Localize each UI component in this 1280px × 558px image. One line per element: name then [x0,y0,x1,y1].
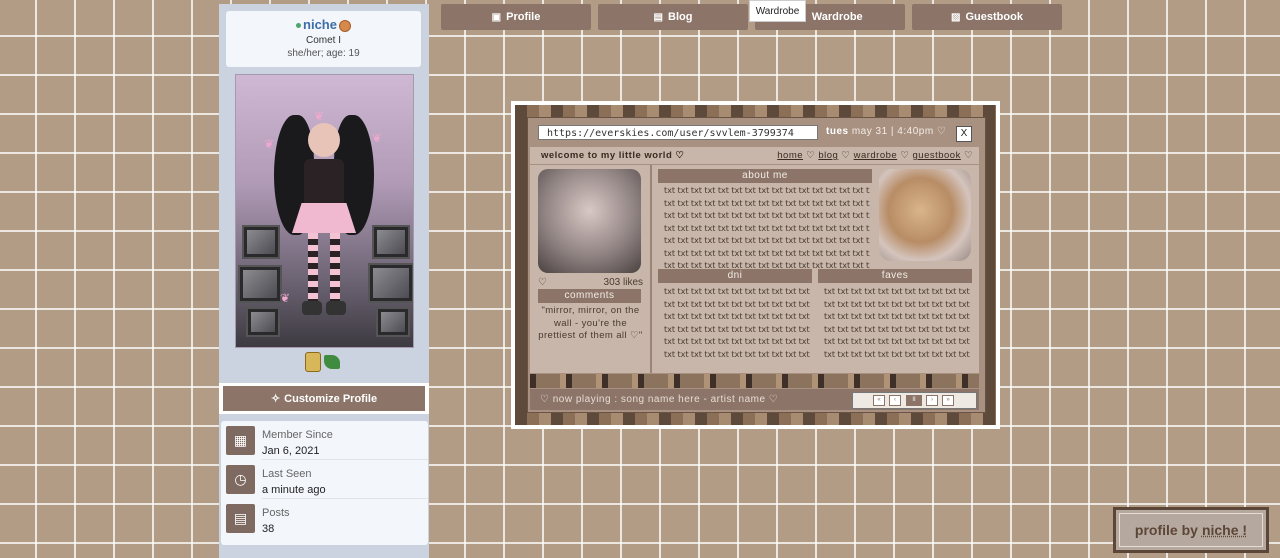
now-playing: ♡ now playing : song name here - artist … [540,394,779,405]
rewind-button[interactable]: « [873,395,885,406]
comments-header: comments [538,289,641,303]
filler-line: txt txt txt txt txt txt txt txt txt txt … [664,323,812,334]
customize-profile-button[interactable]: ✧ Customize Profile [223,386,425,411]
profile-icon: ▣ [491,11,502,23]
tv-decoration [246,307,280,337]
stat-last-seen: ◷ Last Seen a minute ago [221,460,428,499]
sparkle-icon: ✧ [270,393,281,405]
tab-blog[interactable]: ▤ Blog [598,4,748,30]
next-button[interactable]: › [926,395,938,406]
tv-decoration [242,225,280,259]
tab-tooltip: Wardrobe [749,0,806,22]
date-display: tues may 31 | 4:40pm ♡ [826,126,947,137]
filler-line: txt txt txt txt txt txt txt txt txt txt … [824,336,972,346]
fast-forward-button[interactable]: » [942,395,954,406]
guestbook-icon: ▨ [951,11,961,23]
stat-posts: ▤ Posts 38 [221,499,428,538]
filler-line: txt txt txt txt txt txt txt txt txt txt … [664,348,812,359]
butterfly-icon: ❦ [372,131,383,145]
nav-link-blog[interactable]: blog [818,150,838,161]
filler-line: txt txt txt txt txt txt txt txt txt txt … [664,286,812,296]
close-button[interactable]: X [956,126,972,142]
url-field[interactable]: https://everskies.com/user/svvlem-379937… [538,125,818,140]
blog-icon: ▤ [653,11,663,23]
nav-link-home[interactable]: home [777,150,803,161]
filler-line: txt txt txt txt txt txt txt txt txt txt … [824,348,972,359]
custom-profile-frame: https://everskies.com/user/svvlem-379937… [511,101,1000,429]
filler-line: txt txt txt txt txt txt txt txt txt txt … [824,323,972,334]
tv-decoration [376,307,410,337]
credit-link[interactable]: niche ! [1202,522,1247,538]
stat-member-since: ▦ Member Since Jan 6, 2021 [221,421,428,460]
player-controls: « ‹ II › » [852,392,977,409]
tab-profile[interactable]: ▣ Profile [441,4,591,30]
filler-line: txt txt txt txt txt txt txt txt txt txt … [824,298,972,309]
filler-line: txt txt txt txt txt txt txt txt txt txt … [664,298,812,309]
filler-line: txt txt txt txt txt txt txt txt txt txt … [664,311,812,321]
avatar: ❦ ❦ ❦ ❦ [235,74,414,348]
faves-text: txt txt txt txt txt txt txt txt txt txt … [824,285,972,361]
about-me-text: txt txt txt txt txt txt txt txt txt txt … [664,184,870,272]
profile-stats: ▦ Member Since Jan 6, 2021 ◷ Last Seen a… [221,421,428,545]
embed-nav-links: home ♡ blog ♡ wardrobe ♡ guestbook ♡ [777,150,973,161]
hands-photo [538,169,641,273]
calendar-icon: ▦ [226,426,255,455]
pause-button[interactable]: II [906,395,922,406]
badges [305,352,340,372]
filler-line: txt txt txt txt txt txt txt txt txt txt … [824,286,972,296]
photo-strip [530,374,979,388]
clock-calendar-icon: ◷ [226,465,255,494]
nav-link-guestbook[interactable]: guestbook [913,150,961,161]
previous-button[interactable]: ‹ [889,395,901,406]
chat-icon: ▤ [226,504,255,533]
profile-credit-stamp: profile by niche ! [1113,507,1269,553]
filler-line: txt txt txt txt txt txt txt txt txt txt … [664,336,812,346]
username[interactable]: niche [303,17,337,32]
name-card: niche Comet I she/her; age: 19 [226,11,421,67]
filler-line: txt txt txt txt txt txt txt txt txt txt … [664,210,870,220]
filler-line: txt txt txt txt txt txt txt txt txt txt … [824,311,972,321]
butterfly-icon: ❦ [264,137,275,151]
leaf-badge-icon[interactable] [324,355,340,369]
comment-text: "mirror, mirror, on the wall - you're th… [538,305,643,341]
retro-window: https://everskies.com/user/svvlem-379937… [527,117,986,413]
online-status-icon [296,23,302,29]
filler-line: txt txt txt txt txt txt txt txt txt txt … [664,247,870,258]
bear-photo [879,169,971,261]
filler-line: txt txt txt txt txt txt txt txt txt txt … [664,185,870,195]
dni-text: txt txt txt txt txt txt txt txt txt txt … [664,285,812,361]
embed-content: ♡ 303 likes comments "mirror, mirror, on… [530,165,979,373]
tv-decoration [238,265,282,303]
embed-navbar: welcome to my little world ♡ home ♡ blog… [530,147,979,164]
welcome-text: welcome to my little world ♡ [541,150,685,161]
shell-icon [338,19,351,32]
tv-decoration [372,225,410,259]
dni-header: dni [658,269,812,283]
filler-line: txt txt txt txt txt txt txt txt txt txt … [664,197,870,208]
faves-header: faves [818,269,972,283]
music-player-bar: ♡ now playing : song name here - artist … [530,389,979,410]
customize-wrapper: ✧ Customize Profile [219,383,429,414]
tv-decoration [368,263,413,303]
butterfly-icon: ❦ [314,109,325,123]
tab-guestbook[interactable]: ▨ Guestbook [912,4,1062,30]
filler-line: txt txt txt txt txt txt txt txt txt txt … [664,222,870,233]
nav-link-wardrobe[interactable]: wardrobe [854,150,898,161]
profile-sidebar: niche Comet I she/her; age: 19 ❦ ❦ ❦ ❦ ✧… [219,4,429,558]
heart-icon[interactable]: ♡ [538,277,547,288]
filler-line: txt txt txt txt txt txt txt txt txt txt … [664,235,870,245]
crest-badge-icon[interactable] [305,352,321,372]
about-me-header: about me [658,169,872,183]
display-name: Comet I [305,35,341,46]
user-details: she/her; age: 19 [287,48,360,59]
butterfly-icon: ❦ [280,291,291,305]
